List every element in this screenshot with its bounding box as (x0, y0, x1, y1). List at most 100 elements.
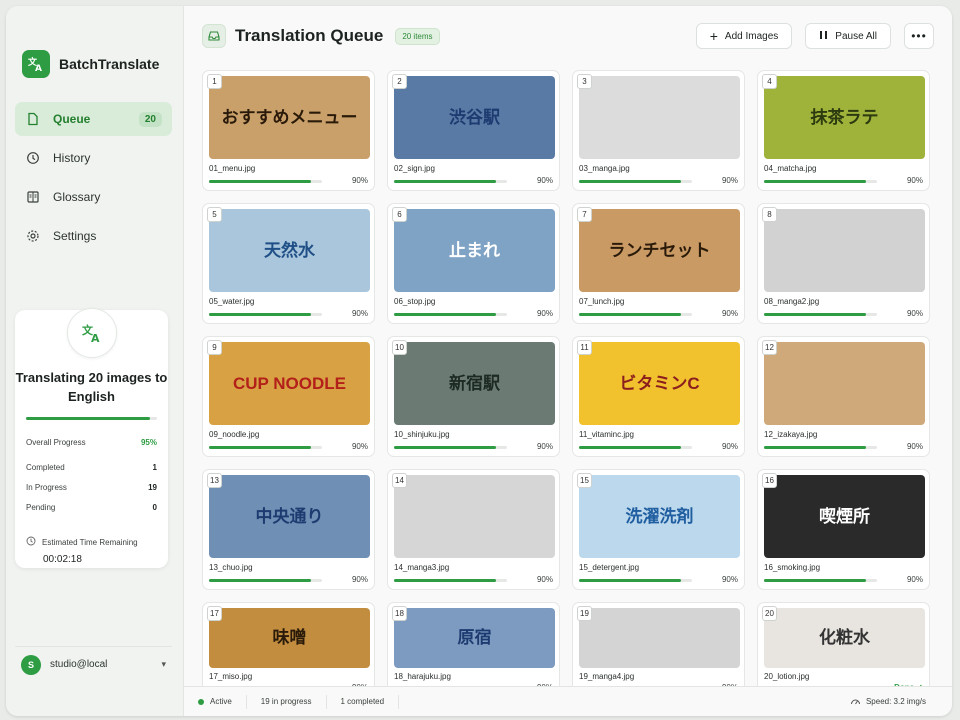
sidebar-item-settings[interactable]: Settings (15, 219, 172, 253)
pause-all-button[interactable]: Pause All (805, 23, 891, 49)
file-name: 04_matcha.jpg (764, 164, 817, 173)
sidebar: 文A BatchTranslate Queue 20 History Gloss… (6, 6, 184, 716)
item-progress-fill (394, 446, 496, 449)
thumbnail-text: 化粧水 (819, 628, 870, 648)
image-thumbnail[interactable]: 止まれ (394, 209, 555, 292)
item-progress-fill (209, 446, 311, 449)
image-thumbnail[interactable]: 原宿 (394, 608, 555, 668)
item-number-badge: 7 (577, 207, 592, 222)
image-thumbnail[interactable]: 味噌 (209, 608, 370, 668)
image-thumbnail[interactable] (579, 76, 740, 159)
more-options-button[interactable]: ••• (904, 23, 934, 49)
item-progress-bar (209, 579, 322, 582)
image-thumbnail[interactable] (579, 608, 740, 668)
item-progress-fill (764, 313, 866, 316)
queue-card[interactable]: 原宿1818_harajuku.jpg90% (387, 602, 560, 698)
image-thumbnail[interactable]: ランチセット (579, 209, 740, 292)
item-progress-fill (579, 313, 681, 316)
image-thumbnail[interactable]: 中央通り (209, 475, 370, 558)
queue-card[interactable]: 天然水 5 05_water.jpg 90% (202, 203, 375, 324)
image-thumbnail[interactable] (764, 342, 925, 425)
avatar: S (21, 654, 41, 675)
image-thumbnail[interactable]: 喫煙所 (764, 475, 925, 558)
queue-card[interactable]: 1919_manga4.jpg90% (572, 602, 745, 698)
image-thumbnail[interactable]: 化粧水 (764, 608, 925, 668)
item-number-badge: 11 (577, 340, 592, 355)
item-percent: 90% (536, 309, 553, 318)
queue-card[interactable]: ランチセット 7 07_lunch.jpg 90% (572, 203, 745, 324)
thumbnail-text: おすすめメニュー (221, 107, 358, 127)
item-number-badge: 2 (392, 74, 407, 89)
status-title: Translating 20 images to English (15, 370, 168, 404)
sidebar-item-label: Queue (53, 112, 91, 126)
file-name: 19_manga4.jpg (579, 672, 635, 681)
image-thumbnail[interactable]: 抹茶ラテ (764, 76, 925, 159)
item-number-badge: 12 (762, 340, 777, 355)
item-progress-bar (579, 313, 692, 316)
item-progress-fill (209, 180, 311, 183)
queue-card[interactable]: 14 14_manga3.jpg 90% (387, 469, 560, 590)
sidebar-item-label: Settings (53, 229, 97, 243)
image-thumbnail[interactable]: ビタミンC (579, 342, 740, 425)
sidebar-item-label: History (53, 151, 91, 165)
item-progress-bar (764, 180, 877, 183)
speed-value: Speed: 3.2 img/s (865, 697, 926, 706)
overall-progress-row: Overall Progress 95% (26, 438, 157, 447)
image-thumbnail[interactable]: CUP NOODLE (209, 342, 370, 425)
item-percent: 90% (721, 309, 738, 318)
completed-label: Completed (26, 463, 65, 472)
item-progress-bar (209, 313, 322, 316)
queue-card[interactable]: おすすめメニュー 1 01_menu.jpg 90% (202, 70, 375, 191)
brand: 文A BatchTranslate (22, 50, 159, 78)
queue-card[interactable]: 新宿駅 10 10_shinjuku.jpg 90% (387, 336, 560, 457)
account-name: studio@local (50, 659, 108, 670)
queue-card[interactable]: 抹茶ラテ 4 04_matcha.jpg 90% (757, 70, 930, 191)
queue-card[interactable]: ビタミンC 11 11_vitaminc.jpg 90% (572, 336, 745, 457)
queue-card[interactable]: 渋谷駅 2 02_sign.jpg 90% (387, 70, 560, 191)
queue-card[interactable]: 3 03_manga.jpg 90% (572, 70, 745, 191)
sidebar-item-history[interactable]: History (15, 141, 172, 175)
item-number-badge: 10 (392, 340, 407, 355)
item-number-badge: 9 (207, 340, 222, 355)
queue-card[interactable]: 味噌1717_miso.jpg90% (202, 602, 375, 698)
image-thumbnail[interactable]: 渋谷駅 (394, 76, 555, 159)
item-progress-bar (764, 446, 877, 449)
thumbnail-text: 天然水 (264, 240, 315, 260)
queue-card[interactable]: 中央通り 13 13_chuo.jpg 90% (202, 469, 375, 590)
file-name: 07_lunch.jpg (579, 297, 625, 306)
item-number-badge: 15 (577, 473, 592, 488)
queue-card[interactable]: 化粧水2020_lotion.jpgDone ✓ (757, 602, 930, 698)
queue-card[interactable]: 12 12_izakaya.jpg 90% (757, 336, 930, 457)
queue-card[interactable]: 洗濯洗剤 15 15_detergent.jpg 90% (572, 469, 745, 590)
image-thumbnail[interactable] (394, 475, 555, 558)
image-thumbnail[interactable]: おすすめメニュー (209, 76, 370, 159)
add-images-button[interactable]: + Add Images (695, 23, 793, 49)
sidebar-item-glossary[interactable]: Glossary (15, 180, 172, 214)
item-progress-fill (579, 180, 681, 183)
image-thumbnail[interactable]: 天然水 (209, 209, 370, 292)
item-number-badge: 3 (577, 74, 592, 89)
queue-card[interactable]: 8 08_manga2.jpg 90% (757, 203, 930, 324)
image-thumbnail[interactable]: 新宿駅 (394, 342, 555, 425)
item-progress-bar (209, 446, 322, 449)
thumbnail-text: 抹茶ラテ (810, 107, 879, 127)
overall-progress-label: Overall Progress (26, 438, 86, 447)
item-percent: 90% (721, 575, 738, 584)
item-percent: 90% (906, 309, 923, 318)
item-progress-fill (209, 579, 311, 582)
queue-card[interactable]: CUP NOODLE 9 09_noodle.jpg 90% (202, 336, 375, 457)
file-name: 15_detergent.jpg (579, 563, 640, 572)
item-progress-bar (764, 579, 877, 582)
image-thumbnail[interactable]: 洗濯洗剤 (579, 475, 740, 558)
chevron-down-icon: ▾ (161, 659, 166, 669)
image-thumbnail[interactable] (764, 209, 925, 292)
sidebar-item-label: Glossary (53, 190, 101, 204)
account-switcher[interactable]: S studio@local ▾ (15, 646, 172, 678)
sidebar-item-queue[interactable]: Queue 20 (15, 102, 172, 136)
queue-card[interactable]: 止まれ 6 06_stop.jpg 90% (387, 203, 560, 324)
overall-progress-bar (26, 417, 157, 420)
item-percent: 90% (351, 309, 368, 318)
queue-card[interactable]: 喫煙所 16 16_smoking.jpg 90% (757, 469, 930, 590)
file-name: 08_manga2.jpg (764, 297, 820, 306)
queue-grid: おすすめメニュー 1 01_menu.jpg 90% 渋谷駅 2 02_sign.jpg 90… (202, 70, 930, 698)
